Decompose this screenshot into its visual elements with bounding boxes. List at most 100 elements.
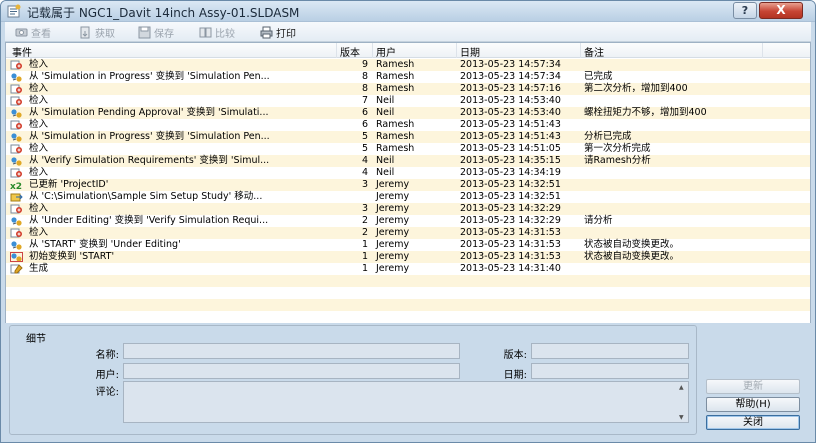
- comment-label: 评论:: [95, 387, 119, 398]
- column-divider[interactable]: [336, 43, 337, 58]
- column-header-note[interactable]: 备注: [584, 44, 604, 59]
- version-field[interactable]: [531, 343, 689, 359]
- empty-row: [6, 311, 810, 323]
- view-button[interactable]: 查看: [15, 24, 51, 40]
- checkin-icon: [10, 204, 22, 214]
- help-title-button[interactable]: ?: [733, 2, 757, 19]
- table-row[interactable]: 初始变换到 'START' 1 Jeremy 2013-05-23 14:31:53 状…: [6, 251, 810, 263]
- close-button[interactable]: 关闭: [706, 415, 800, 430]
- table-row[interactable]: 检入 6 Ramesh 2013-05-23 14:51:43: [6, 119, 810, 131]
- table-row[interactable]: 从 'Simulation in Progress' 变换到 'Simulati…: [6, 71, 810, 83]
- user-cell: Jeremy: [376, 191, 410, 202]
- user-cell: Ramesh: [376, 143, 415, 154]
- table-row[interactable]: 检入 7 Neil 2013-05-23 14:53:40: [6, 95, 810, 107]
- table-row[interactable]: x2 已更新 'ProjectID' 3 Jeremy 2013-05-23 14:32…: [6, 179, 810, 191]
- table-row[interactable]: 从 'Under Editing' 变换到 'Verify Simulation…: [6, 215, 810, 227]
- table-row[interactable]: 从 'Simulation Pending Approval' 变换到 'Sim…: [6, 107, 810, 119]
- column-divider[interactable]: [762, 43, 763, 58]
- scroll-down-icon[interactable]: ▼: [679, 414, 684, 421]
- checkin-icon: [10, 144, 22, 154]
- user-cell: Ramesh: [376, 83, 415, 94]
- version-cell: 1: [361, 239, 368, 250]
- table-row[interactable]: 从 'Simulation in Progress' 变换到 'Simulati…: [6, 131, 810, 143]
- help-button[interactable]: 帮助(H): [706, 397, 800, 412]
- date-cell: 2013-05-23 14:31:53: [460, 251, 561, 262]
- event-cell: 检入: [29, 167, 49, 178]
- window-title: 记载属于 NGC1_Davit 14inch Assy-01.SLDASM: [27, 6, 300, 20]
- date-cell: 2013-05-23 14:32:51: [460, 179, 561, 190]
- transition-icon: [11, 217, 22, 226]
- date-cell: 2013-05-23 14:51:43: [460, 119, 561, 130]
- user-cell: Neil: [376, 155, 395, 166]
- table-row[interactable]: 从 'C:\Simulation\Sample Sim Setup Study'…: [6, 191, 810, 203]
- table-row[interactable]: 检入 9 Ramesh 2013-05-23 14:57:34: [6, 59, 810, 71]
- save-icon: [138, 26, 151, 38]
- table-row[interactable]: 从 'Verify Simulation Requirements' 变换到 '…: [6, 155, 810, 167]
- date-cell: 2013-05-23 14:53:40: [460, 95, 561, 106]
- table-row[interactable]: 检入 4 Neil 2013-05-23 14:34:19: [6, 167, 810, 179]
- table-row[interactable]: 检入 3 Jeremy 2013-05-23 14:32:29: [6, 203, 810, 215]
- name-label: 名称:: [95, 350, 119, 361]
- column-header-user[interactable]: 用户: [376, 44, 396, 59]
- user-cell: Neil: [376, 95, 395, 106]
- column-divider[interactable]: [372, 43, 373, 58]
- user-field[interactable]: [123, 363, 460, 379]
- empty-row: [6, 287, 810, 299]
- event-cell: 从 'C:\Simulation\Sample Sim Setup Study'…: [29, 191, 263, 202]
- version-cell: 6: [361, 107, 368, 118]
- table-row[interactable]: 检入 2 Jeremy 2013-05-23 14:31:53: [6, 227, 810, 239]
- note-cell: 状态被自动变换更改。: [584, 239, 680, 250]
- history-table: 事件 版本 用户 日期 备注 检入 9 Ramesh 2013-05-23 14:57…: [5, 42, 811, 323]
- table-row[interactable]: 从 'START' 变换到 'Under Editing' 1 Jeremy 2013…: [6, 239, 810, 251]
- close-window-button[interactable]: X: [759, 2, 803, 19]
- toolbar: 查看 获取 保存 比较 打印: [5, 22, 811, 42]
- date-cell: 2013-05-23 14:32:29: [460, 215, 561, 226]
- compare-button[interactable]: 比较: [199, 24, 235, 40]
- version-cell: 8: [361, 83, 368, 94]
- transition-icon: [11, 241, 22, 250]
- compare-label: 比较: [215, 28, 235, 40]
- empty-row: [6, 275, 810, 287]
- scroll-up-icon[interactable]: ▲: [679, 384, 684, 391]
- compare-icon: [199, 27, 212, 37]
- print-label: 打印: [276, 28, 296, 40]
- name-field[interactable]: [123, 343, 460, 359]
- save-button[interactable]: 保存: [138, 24, 174, 40]
- column-header-version[interactable]: 版本: [340, 44, 360, 59]
- column-divider[interactable]: [456, 43, 457, 58]
- column-header-event[interactable]: 事件: [12, 44, 32, 59]
- comment-field[interactable]: ▲ ▼: [123, 381, 689, 423]
- save-label: 保存: [154, 28, 174, 40]
- note-cell: 分析已完成: [584, 131, 632, 142]
- date-cell: 2013-05-23 14:32:29: [460, 203, 561, 214]
- event-cell: 检入: [29, 143, 49, 154]
- table-row[interactable]: 检入 5 Ramesh 2013-05-23 14:51:05 第一次分析完成: [6, 143, 810, 155]
- column-divider[interactable]: [580, 43, 581, 58]
- user-cell: Jeremy: [376, 179, 410, 190]
- date-label: 日期:: [503, 370, 527, 381]
- version-cell: 2: [361, 227, 368, 238]
- user-cell: Ramesh: [376, 71, 415, 82]
- version-cell: 1: [361, 251, 368, 262]
- checkin-icon: [10, 96, 22, 106]
- table-row[interactable]: 生成 1 Jeremy 2013-05-23 14:31:40: [6, 263, 810, 275]
- event-cell: 从 'START' 变换到 'Under Editing': [29, 239, 181, 250]
- user-cell: Jeremy: [376, 239, 410, 250]
- date-cell: 2013-05-23 14:35:15: [460, 155, 561, 166]
- version-cell: 3: [361, 203, 368, 214]
- version-cell: 4: [361, 155, 368, 166]
- column-header-date[interactable]: 日期: [460, 44, 480, 59]
- date-field[interactable]: [531, 363, 689, 379]
- version-cell: 7: [361, 95, 368, 106]
- note-cell: 请分析: [584, 215, 613, 226]
- get-button[interactable]: 获取: [79, 24, 115, 40]
- version-cell: 4: [361, 167, 368, 178]
- table-row[interactable]: 检入 8 Ramesh 2013-05-23 14:57:16 第二次分析，增加到400: [6, 83, 810, 95]
- title-bar[interactable]: 记载属于 NGC1_Davit 14inch Assy-01.SLDASM ? …: [1, 1, 815, 22]
- version-cell: 9: [361, 59, 368, 70]
- refresh-button[interactable]: 更新: [706, 379, 800, 394]
- date-cell: 2013-05-23 14:31:53: [460, 227, 561, 238]
- event-cell: 从 'Simulation Pending Approval' 变换到 'Sim…: [29, 107, 269, 118]
- print-button[interactable]: 打印: [260, 24, 296, 40]
- user-cell: Jeremy: [376, 251, 410, 262]
